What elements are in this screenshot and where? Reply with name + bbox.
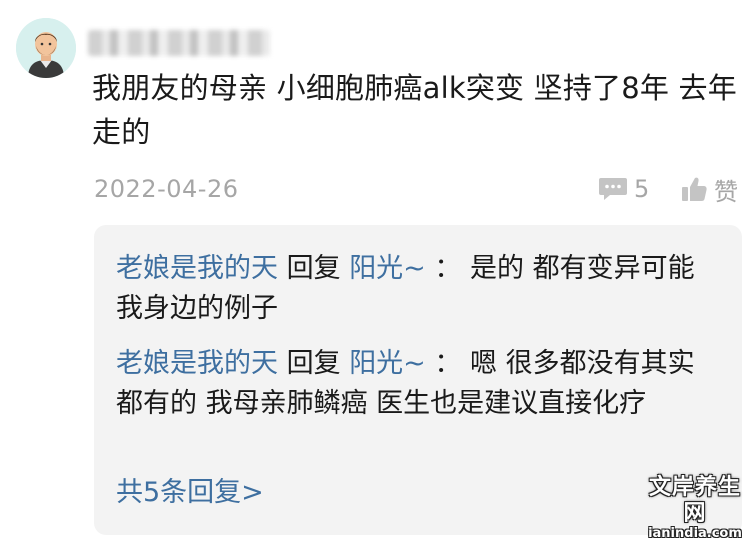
site-watermark: 文岸养生网 ianindia.com — [639, 474, 751, 542]
comment-bubble-icon — [599, 178, 627, 200]
comment-text: 我朋友的母亲 小细胞肺癌alk突变 坚持了8年 去年走的 — [92, 71, 737, 149]
like-button[interactable]: 赞 — [680, 172, 738, 206]
watermark-url: ianindia.com — [648, 526, 742, 541]
author-name-blurred[interactable] — [88, 30, 270, 56]
reply-target-link[interactable]: 阳光~ — [349, 348, 426, 379]
more-replies-link[interactable]: 共5条回复> — [116, 473, 264, 513]
reply-target-link[interactable]: 阳光~ — [349, 253, 426, 284]
reply-item: 老娘是我的天 回复 阳光~ ： 是的 都有变异可能 我身边的例子 — [116, 249, 716, 329]
reply-author-link[interactable]: 老娘是我的天 — [116, 348, 278, 379]
reply-count-button[interactable]: 5 — [598, 172, 649, 206]
reply-item: 老娘是我的天 回复 阳光~ ： 嗯 很多都没有其实都有的 我母亲肺鳞癌 医生也是… — [116, 344, 716, 424]
thumbs-up-icon — [682, 177, 707, 201]
comment-date: 2022-04-26 — [94, 175, 239, 203]
reply-separator: ： — [434, 348, 462, 379]
man-avatar-icon — [16, 18, 76, 78]
avatar[interactable] — [16, 18, 76, 78]
like-label: 赞 — [714, 177, 738, 206]
reply-action: 回复 — [286, 253, 341, 284]
watermark-title: 文岸养生网 — [648, 474, 741, 526]
reply-action: 回复 — [286, 348, 341, 379]
reply-author-link[interactable]: 老娘是我的天 — [116, 253, 278, 284]
reply-separator: ： — [434, 253, 462, 284]
reply-count: 5 — [634, 175, 650, 203]
